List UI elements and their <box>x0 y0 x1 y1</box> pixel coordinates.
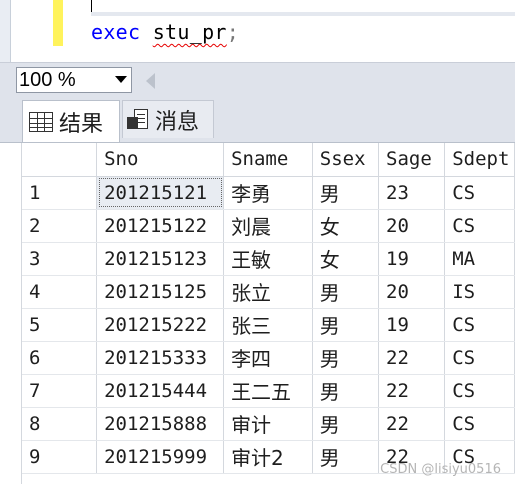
results-table: Sno Sname Ssex Sage Sdept 1 201215121 李勇… <box>22 143 515 474</box>
table-row[interactable]: 3 201215123 王敏 女 19 MA <box>22 242 515 276</box>
cell-sage[interactable]: 20 <box>378 275 446 309</box>
cell-sno[interactable]: 201215222 <box>96 308 225 342</box>
cell-ssex[interactable]: 女 <box>312 209 380 243</box>
corner-cell[interactable] <box>22 143 98 177</box>
cell-ssex[interactable]: 男 <box>312 341 380 375</box>
previous-line-highlight <box>91 12 515 16</box>
cell-sdept[interactable]: CS <box>444 176 515 210</box>
cell-sdept[interactable]: MA <box>444 242 515 276</box>
results-tab-strip: 结果 消息 <box>0 96 515 142</box>
cell-sno[interactable]: 201215123 <box>96 242 225 276</box>
cell-ssex[interactable]: 女 <box>312 242 380 276</box>
header-row: Sno Sname Ssex Sage Sdept <box>22 143 515 177</box>
column-header[interactable]: Sno <box>96 143 225 177</box>
cell-sdept[interactable]: CS <box>444 407 515 441</box>
cell-sage[interactable]: 22 <box>378 341 446 375</box>
row-number[interactable]: 5 <box>22 308 98 342</box>
row-number[interactable]: 4 <box>22 275 98 309</box>
column-header[interactable]: Sname <box>223 143 313 177</box>
table-row[interactable]: 5 201215222 张三 男 19 CS <box>22 308 515 342</box>
cell-sno[interactable]: 201215999 <box>96 440 225 474</box>
cell-sno[interactable]: 201215121 <box>96 176 225 210</box>
cell-sno[interactable]: 201215122 <box>96 209 225 243</box>
cell-sno[interactable]: 201215333 <box>96 341 225 375</box>
messages-icon <box>127 108 149 131</box>
cell-sage[interactable]: 19 <box>378 308 446 342</box>
editor-margin <box>11 0 53 62</box>
cell-sage[interactable]: 22 <box>378 407 446 441</box>
tab-messages[interactable]: 消息 <box>122 100 214 138</box>
row-number[interactable]: 6 <box>22 341 98 375</box>
table-row[interactable]: 7 201215444 王二五 男 22 CS <box>22 374 515 408</box>
table-row[interactable]: 8 201215888 审计 男 22 CS <box>22 407 515 441</box>
table-row[interactable]: 6 201215333 李四 男 22 CS <box>22 341 515 375</box>
change-indicator-bar <box>53 0 63 46</box>
cell-sname[interactable]: 李勇 <box>223 176 313 210</box>
cell-sage[interactable]: 20 <box>378 209 446 243</box>
zoom-value: 100 % <box>19 69 76 91</box>
column-header[interactable]: Sdept <box>444 143 515 177</box>
row-number[interactable]: 1 <box>22 176 98 210</box>
table-row[interactable]: 2 201215122 刘晨 女 20 CS <box>22 209 515 243</box>
code-line[interactable]: exec stu_pr; <box>91 18 239 46</box>
zoom-toolbar: 100 % <box>0 62 515 97</box>
code-keyword: exec <box>91 20 141 44</box>
table-row[interactable]: 4 201215125 张立 男 20 IS <box>22 275 515 309</box>
row-number[interactable]: 9 <box>22 440 98 474</box>
code-terminator: ; <box>226 20 240 44</box>
column-header[interactable]: Ssex <box>312 143 380 177</box>
cell-ssex[interactable]: 男 <box>312 407 380 441</box>
cell-sname[interactable]: 李四 <box>223 341 313 375</box>
cell-sname[interactable]: 刘晨 <box>223 209 313 243</box>
row-number[interactable]: 3 <box>22 242 98 276</box>
cell-ssex[interactable]: 男 <box>312 374 380 408</box>
cell-sname[interactable]: 王敏 <box>223 242 313 276</box>
grid-icon <box>29 111 53 132</box>
tab-results-label: 结果 <box>59 111 104 137</box>
chevron-down-icon[interactable] <box>115 76 127 83</box>
cell-sdept[interactable]: CS <box>444 308 515 342</box>
cell-sname[interactable]: 审计2 <box>223 440 313 474</box>
zoom-dropdown[interactable]: 100 % <box>16 67 132 93</box>
cell-sdept[interactable]: CS <box>444 341 515 375</box>
query-window: exec stu_pr; 100 % 结果 消息 Sno Sname Ssex … <box>0 0 515 484</box>
editor-gutter <box>0 0 10 62</box>
cell-ssex[interactable]: 男 <box>312 440 380 474</box>
cell-sage[interactable]: 23 <box>378 176 446 210</box>
cell-sname[interactable]: 王二五 <box>223 374 313 408</box>
code-procedure-name: stu_pr <box>152 20 227 44</box>
cell-sname[interactable]: 张立 <box>223 275 313 309</box>
tab-results[interactable]: 结果 <box>22 100 120 142</box>
watermark: CSDN @lisiyu0516 <box>380 462 501 477</box>
cell-sage[interactable]: 22 <box>378 374 446 408</box>
cell-sno[interactable]: 201215888 <box>96 407 225 441</box>
cell-ssex[interactable]: 男 <box>312 308 380 342</box>
row-number[interactable]: 8 <box>22 407 98 441</box>
cell-sname[interactable]: 张三 <box>223 308 313 342</box>
cell-ssex[interactable]: 男 <box>312 176 380 210</box>
cell-sno[interactable]: 201215125 <box>96 275 225 309</box>
text-caret <box>91 0 92 12</box>
results-grid: Sno Sname Ssex Sage Sdept 1 201215121 李勇… <box>0 142 515 484</box>
tab-messages-label: 消息 <box>155 109 200 135</box>
row-number[interactable]: 2 <box>22 209 98 243</box>
column-header[interactable]: Sage <box>378 143 446 177</box>
cell-sdept[interactable]: IS <box>444 275 515 309</box>
cell-sdept[interactable]: CS <box>444 209 515 243</box>
table-row[interactable]: 1 201215121 李勇 男 23 CS <box>22 176 515 210</box>
cell-sname[interactable]: 审计 <box>223 407 313 441</box>
cell-sno[interactable]: 201215444 <box>96 374 225 408</box>
row-number[interactable]: 7 <box>22 374 98 408</box>
cell-sdept[interactable]: CS <box>444 374 515 408</box>
cell-ssex[interactable]: 男 <box>312 275 380 309</box>
query-editor[interactable]: exec stu_pr; <box>0 0 515 62</box>
cell-sage[interactable]: 19 <box>378 242 446 276</box>
scroll-left-arrow-icon[interactable] <box>146 73 155 89</box>
